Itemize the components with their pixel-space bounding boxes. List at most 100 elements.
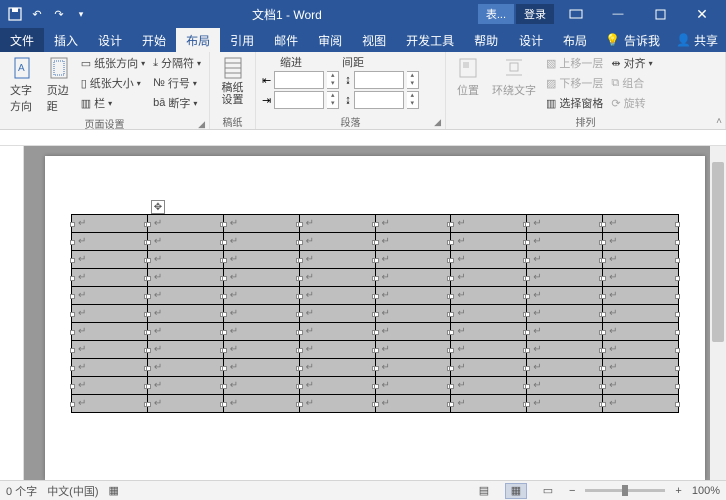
language-status[interactable]: 中文(中国) (47, 483, 98, 499)
group-button[interactable]: ⧉组合 (609, 74, 654, 92)
table-cell[interactable]: ↵ (527, 305, 603, 323)
table-cell[interactable]: ↵ (603, 323, 679, 341)
wrap-button[interactable]: 环绕文字 (488, 54, 540, 100)
table-cell[interactable]: ↵ (223, 359, 299, 377)
tab-开发工具[interactable]: 开发工具 (396, 28, 464, 52)
table-cell[interactable]: ↵ (72, 305, 148, 323)
macro-icon[interactable]: ▦ (109, 484, 119, 497)
table-cell[interactable]: ↵ (603, 359, 679, 377)
table-cell[interactable]: ↵ (147, 395, 223, 413)
table-cell[interactable]: ↵ (72, 323, 148, 341)
table-cell[interactable]: ↵ (603, 215, 679, 233)
table-cell[interactable]: ↵ (299, 377, 375, 395)
margins-button[interactable]: 页边距 (43, 54, 75, 116)
indent-left-input[interactable]: ⇤▴▾ (262, 71, 339, 89)
table-cell[interactable]: ↵ (375, 377, 451, 395)
table-cell[interactable]: ↵ (72, 341, 148, 359)
redo-icon[interactable]: ↷ (50, 5, 68, 23)
tab-布局[interactable]: 布局 (176, 28, 220, 52)
table-cell[interactable]: ↵ (72, 233, 148, 251)
table-cell[interactable]: ↵ (147, 377, 223, 395)
table-cell[interactable]: ↵ (451, 377, 527, 395)
table-cell[interactable]: ↵ (375, 395, 451, 413)
table-cell[interactable]: ↵ (147, 323, 223, 341)
table-cell[interactable]: ↵ (299, 395, 375, 413)
context-tab-label[interactable]: 表... (478, 4, 514, 24)
table-cell[interactable]: ↵ (527, 269, 603, 287)
table-cell[interactable]: ↵ (72, 395, 148, 413)
table-move-handle-icon[interactable]: ✥ (151, 200, 165, 214)
table-cell[interactable]: ↵ (223, 233, 299, 251)
tab-设计[interactable]: 设计 (88, 28, 132, 52)
word-count[interactable]: 0 个字 (6, 483, 37, 499)
vertical-scrollbar[interactable] (710, 146, 726, 480)
print-layout-icon[interactable]: ▦ (505, 483, 527, 499)
zoom-level[interactable]: 100% (692, 485, 720, 497)
tab-file[interactable]: 文件 (0, 28, 44, 52)
tell-me[interactable]: 💡 告诉我 (597, 28, 668, 52)
table-cell[interactable]: ↵ (299, 359, 375, 377)
send-backward-button[interactable]: ▨下移一层 (544, 74, 605, 92)
zoom-in-icon[interactable]: + (675, 485, 681, 497)
table-cell[interactable]: ↵ (375, 323, 451, 341)
tab-引用[interactable]: 引用 (220, 28, 264, 52)
table-cell[interactable]: ↵ (375, 233, 451, 251)
table-cell[interactable]: ↵ (223, 269, 299, 287)
table-cell[interactable]: ↵ (603, 395, 679, 413)
table-cell[interactable]: ↵ (451, 395, 527, 413)
table-cell[interactable]: ↵ (147, 215, 223, 233)
table-cell[interactable]: ↵ (527, 233, 603, 251)
table-cell[interactable]: ↵ (299, 269, 375, 287)
table-cell[interactable]: ↵ (223, 305, 299, 323)
table-cell[interactable]: ↵ (375, 341, 451, 359)
table-cell[interactable]: ↵ (299, 233, 375, 251)
table-cell[interactable]: ↵ (375, 215, 451, 233)
table-cell[interactable]: ↵ (72, 287, 148, 305)
table-cell[interactable]: ↵ (603, 251, 679, 269)
table-cell[interactable]: ↵ (375, 359, 451, 377)
page-setup-launcher-icon[interactable]: ◢ (198, 119, 205, 130)
paragraph-launcher-icon[interactable]: ◢ (434, 117, 441, 128)
web-layout-icon[interactable]: ▭ (537, 483, 559, 499)
table-cell[interactable]: ↵ (603, 341, 679, 359)
document-table[interactable]: ↵↵↵↵↵↵↵↵↵↵↵↵↵↵↵↵↵↵↵↵↵↵↵↵↵↵↵↵↵↵↵↵↵↵↵↵↵↵↵↵… (71, 214, 679, 413)
line-numbers-button[interactable]: №行号▾ (151, 74, 203, 92)
table-cell[interactable]: ↵ (72, 251, 148, 269)
login-button[interactable]: 登录 (516, 4, 554, 24)
table-cell[interactable]: ↵ (603, 269, 679, 287)
table-cell[interactable]: ↵ (223, 215, 299, 233)
document-page[interactable]: ✥ ↵↵↵↵↵↵↵↵↵↵↵↵↵↵↵↵↵↵↵↵↵↵↵↵↵↵↵↵↵↵↵↵↵↵↵↵↵↵… (45, 156, 705, 480)
table-cell[interactable]: ↵ (223, 323, 299, 341)
table-cell[interactable]: ↵ (72, 269, 148, 287)
table-cell[interactable]: ↵ (72, 215, 148, 233)
table-cell[interactable]: ↵ (527, 323, 603, 341)
horizontal-ruler[interactable] (0, 130, 726, 146)
table-cell[interactable]: ↵ (223, 251, 299, 269)
save-icon[interactable] (6, 5, 24, 23)
table-cell[interactable]: ↵ (451, 341, 527, 359)
tab-插入[interactable]: 插入 (44, 28, 88, 52)
table-cell[interactable]: ↵ (527, 341, 603, 359)
table-cell[interactable]: ↵ (147, 305, 223, 323)
table-cell[interactable]: ↵ (147, 233, 223, 251)
table-cell[interactable]: ↵ (603, 233, 679, 251)
table-cell[interactable]: ↵ (527, 395, 603, 413)
manuscript-button[interactable]: 稿纸 设置 (217, 54, 249, 108)
text-direction-button[interactable]: A 文字方向 (6, 54, 39, 116)
table-cell[interactable]: ↵ (147, 359, 223, 377)
table-cell[interactable]: ↵ (527, 251, 603, 269)
qat-dropdown-icon[interactable]: ▾ (72, 5, 90, 23)
table-cell[interactable]: ↵ (375, 251, 451, 269)
table-cell[interactable]: ↵ (451, 287, 527, 305)
table-cell[interactable]: ↵ (603, 305, 679, 323)
table-cell[interactable]: ↵ (527, 287, 603, 305)
table-cell[interactable]: ↵ (603, 377, 679, 395)
table-cell[interactable]: ↵ (147, 341, 223, 359)
collapse-ribbon-icon[interactable]: ˄ (716, 116, 722, 127)
space-after-input[interactable]: ↨▴▾ (345, 91, 419, 109)
table-cell[interactable]: ↵ (223, 395, 299, 413)
rotate-button[interactable]: ⟳旋转 (609, 94, 654, 112)
tab-邮件[interactable]: 邮件 (264, 28, 308, 52)
tab-视图[interactable]: 视图 (352, 28, 396, 52)
orientation-button[interactable]: ▭纸张方向▾ (79, 54, 147, 72)
